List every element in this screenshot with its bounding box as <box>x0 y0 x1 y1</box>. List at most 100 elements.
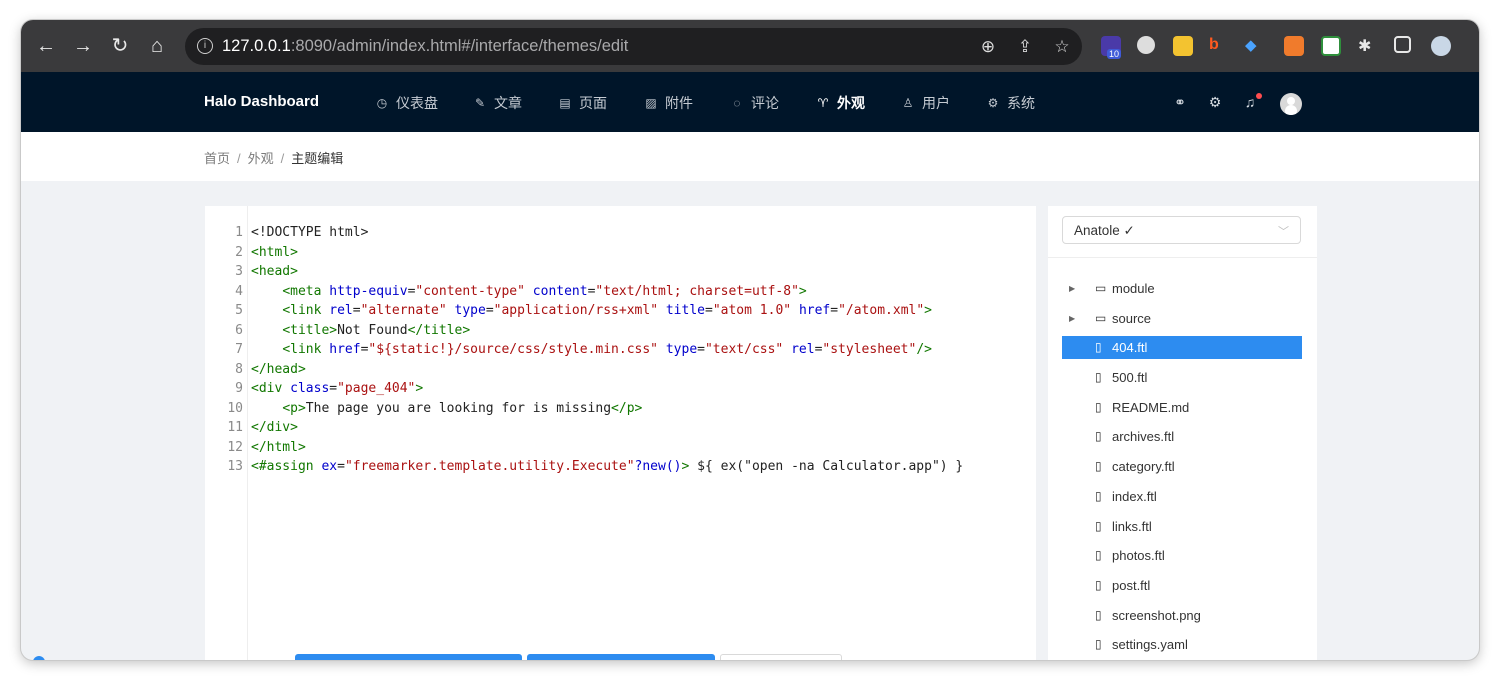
default-action-button[interactable] <box>720 654 842 660</box>
browser-window: ← → ↻ ⌂ i 127.0.0.1:8090/admin/index.htm… <box>21 20 1479 660</box>
profile-avatar-icon[interactable] <box>1431 36 1451 56</box>
code-line: 6 <title>Not Found</title> <box>205 321 470 341</box>
file-icon: ▯ <box>1095 370 1102 385</box>
breadcrumb: 首页 / 外观 / 主题编辑 <box>204 148 343 167</box>
puzzle-extensions-icon[interactable]: ✱ <box>1358 36 1378 56</box>
menu-attachments[interactable]: ▨ 附件 <box>644 93 693 113</box>
sidebar-toggle-icon[interactable] <box>1394 36 1411 53</box>
tree-file-category[interactable]: ▯ category.ftl <box>1062 452 1302 482</box>
menu-label: 系统 <box>1007 95 1035 111</box>
code-line: 10 <p>The page you are looking for is mi… <box>205 399 642 419</box>
page-icon: ▤ <box>559 96 571 110</box>
primary-action-button[interactable] <box>295 654 522 660</box>
tree-file-index[interactable]: ▯ index.ftl <box>1062 482 1302 512</box>
tree-node-label: archives.ftl <box>1112 429 1175 445</box>
tree-file-post[interactable]: ▯ post.ftl <box>1062 571 1302 601</box>
breadcrumb-separator: / <box>237 151 241 166</box>
address-bar[interactable]: i 127.0.0.1:8090/admin/index.html#/inter… <box>185 28 1082 65</box>
tree-node-label: photos.ftl <box>1112 548 1165 564</box>
dashboard-icon: ◷ <box>376 96 388 110</box>
panel-divider <box>1048 257 1317 258</box>
breadcrumb-appearance[interactable]: 外观 <box>248 151 274 166</box>
menu-system[interactable]: ⚙ 系统 <box>986 93 1035 113</box>
menu-pages[interactable]: ▤ 页面 <box>558 93 607 113</box>
chevron-down-icon: ﹀ <box>1278 226 1289 238</box>
code-line: 4 <meta http-equiv="content-type" conten… <box>205 282 807 302</box>
menu-label: 用户 <box>922 95 950 111</box>
bing-extension-icon[interactable]: b <box>1209 36 1229 56</box>
code-line: 11 </div> <box>205 418 298 438</box>
zoom-icon[interactable]: ⊕ <box>978 37 998 57</box>
tree-file-404[interactable]: ▯ 404.ftl <box>1062 336 1302 360</box>
download-extension-icon[interactable] <box>1173 36 1193 56</box>
secondary-action-button[interactable] <box>527 654 715 660</box>
folder-icon: ▭ <box>1095 310 1107 325</box>
code-line: 5 <link rel="alternate" type="applicatio… <box>205 301 932 321</box>
share-icon[interactable]: ⇪ <box>1015 37 1035 57</box>
tree-file-screenshot[interactable]: ▯ screenshot.png <box>1062 601 1302 631</box>
menu-comments[interactable]: ◌ 评论 <box>730 93 779 113</box>
code-lines[interactable]: 1 <!DOCTYPE html> 2 <html> 3 <head> 4 <meta… <box>205 223 963 477</box>
line-number: 8 <box>235 361 243 377</box>
url-text[interactable]: 127.0.0.1:8090/admin/index.html#/interfa… <box>222 37 628 56</box>
breadcrumb-home[interactable]: 首页 <box>204 151 230 166</box>
line-number: 11 <box>227 420 243 435</box>
edit-icon: ✎ <box>474 96 486 110</box>
tree-file-archives[interactable]: ▯ archives.ftl <box>1062 422 1302 452</box>
tree-node-label: screenshot.png <box>1112 607 1201 623</box>
reload-icon[interactable]: ↻ <box>109 35 131 57</box>
menu-dashboard[interactable]: ◷ 仪表盘 <box>375 93 438 113</box>
tree-file-photos[interactable]: ▯ photos.ftl <box>1062 541 1302 571</box>
user-icon: ♙ <box>902 96 914 110</box>
code-line: 12 </html> <box>205 438 305 458</box>
link-icon[interactable]: ⚭ <box>1171 93 1189 111</box>
tree-file-settings[interactable]: ▯ settings.yaml <box>1062 630 1302 660</box>
theme-select[interactable]: Anatole ✓ ﹀ <box>1062 216 1301 244</box>
menu-posts[interactable]: ✎ 文章 <box>473 93 522 113</box>
line-number: 7 <box>235 342 243 357</box>
app-header: Halo Dashboard ◷ 仪表盘 ✎ 文章 ▤ 页面 ▨ 附件 ◌ 评论… <box>21 72 1479 132</box>
rss-extension-icon[interactable] <box>1284 36 1304 56</box>
code-editor[interactable]: 1 <!DOCTYPE html> 2 <html> 3 <head> 4 <meta… <box>205 206 1036 660</box>
record-extension-icon[interactable] <box>1137 36 1155 54</box>
help-fab-icon[interactable] <box>33 656 45 660</box>
tree-folder-source[interactable]: ▶ ▭ source <box>1062 304 1302 334</box>
settings-gear-icon[interactable]: ⚙ <box>1206 93 1224 111</box>
user-avatar[interactable] <box>1280 93 1302 115</box>
skin-icon: ♈ <box>817 96 829 110</box>
gem-extension-icon[interactable]: ◆ <box>1245 36 1265 56</box>
file-icon: ▯ <box>1095 607 1102 622</box>
notification-dot <box>1256 93 1262 99</box>
app-logo[interactable]: Halo Dashboard <box>204 93 319 110</box>
url-host: 127.0.0.1 <box>222 37 291 55</box>
menu-label: 页面 <box>579 95 607 111</box>
file-icon: ▯ <box>1095 399 1102 414</box>
line-number: 1 <box>235 225 243 240</box>
back-icon[interactable]: ← <box>35 35 57 57</box>
p-extension-icon[interactable] <box>1321 36 1341 56</box>
file-icon: ▯ <box>1095 340 1102 355</box>
tree-file-500[interactable]: ▯ 500.ftl <box>1062 363 1302 393</box>
file-icon: ▯ <box>1095 488 1102 503</box>
breadcrumb-bar: 首页 / 外观 / 主题编辑 <box>21 132 1479 181</box>
tree-file-links[interactable]: ▯ links.ftl <box>1062 512 1302 542</box>
caret-right-icon[interactable]: ▶ <box>1069 274 1075 304</box>
bookmark-star-icon[interactable]: ☆ <box>1052 37 1072 57</box>
tree-file-readme[interactable]: ▯ README.md <box>1062 393 1302 423</box>
comment-icon: ◌ <box>733 96 741 110</box>
menu-users[interactable]: ♙ 用户 <box>901 93 950 113</box>
menu-label: 外观 <box>837 95 865 111</box>
menu-label: 仪表盘 <box>396 95 438 111</box>
menu-appearance[interactable]: ♈ 外观 <box>816 93 865 113</box>
tree-node-label: 500.ftl <box>1112 370 1148 386</box>
line-number: 2 <box>235 244 243 260</box>
code-line: 2 <html> <box>205 243 298 263</box>
home-icon[interactable]: ⌂ <box>146 35 168 57</box>
code-line: 3 <head> <box>205 262 298 282</box>
code-line: 9 <div class="page_404"> <box>205 379 423 399</box>
line-number: 5 <box>235 303 243 318</box>
site-info-icon[interactable]: i <box>197 38 213 54</box>
forward-icon[interactable]: → <box>72 35 94 57</box>
caret-right-icon[interactable]: ▶ <box>1069 304 1075 334</box>
tree-folder-module[interactable]: ▶ ▭ module <box>1062 274 1302 304</box>
